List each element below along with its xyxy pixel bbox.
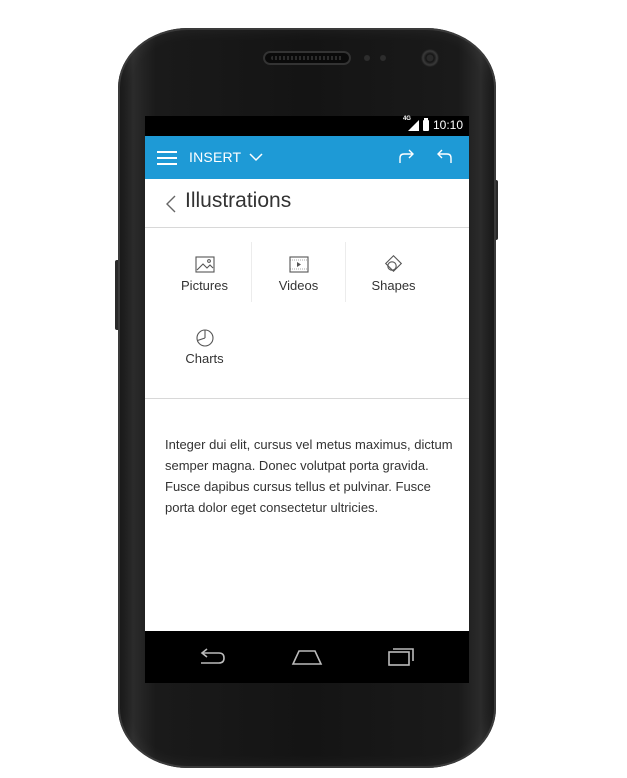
- app-bar: INSERT: [145, 136, 469, 179]
- content-panel: Illustrations Pictures Videos Shapes Cha…: [145, 179, 469, 631]
- charts-button[interactable]: Charts: [158, 327, 251, 397]
- battery-icon: [422, 117, 429, 131]
- clock: 10:10: [432, 118, 463, 132]
- signal-icon: 4G: [403, 116, 419, 131]
- document-body-text: Integer dui elit, cursus vel metus maxim…: [165, 437, 453, 515]
- light-sensor: [380, 55, 386, 61]
- ribbon-tab-selector[interactable]: INSERT: [189, 149, 263, 165]
- charts-label: Charts: [185, 351, 224, 366]
- nav-home-icon[interactable]: [290, 643, 324, 671]
- nav-back-icon[interactable]: [195, 643, 229, 671]
- hamburger-menu-icon[interactable]: [157, 151, 177, 165]
- chart-icon: [195, 329, 214, 347]
- front-camera: [421, 49, 439, 67]
- videos-label: Videos: [278, 278, 319, 293]
- navigation-bar: [145, 631, 469, 683]
- video-icon: [288, 256, 309, 273]
- section-title: Illustrations: [185, 189, 292, 212]
- ribbon-tab-label: INSERT: [189, 149, 242, 165]
- divider: [345, 242, 346, 302]
- undo-icon[interactable]: [434, 148, 454, 166]
- nav-recents-icon[interactable]: [383, 643, 417, 671]
- chevron-down-icon: [249, 153, 263, 162]
- shapes-button[interactable]: Shapes: [347, 254, 440, 324]
- shapes-label: Shapes: [371, 278, 416, 293]
- videos-button[interactable]: Videos: [252, 254, 345, 324]
- section-header: Illustrations: [145, 179, 469, 228]
- pictures-label: Pictures: [181, 278, 228, 293]
- illustrations-grid: Pictures Videos Shapes Charts: [145, 228, 469, 398]
- phone-frame: 4G 10:10 INSERT Illustrations Pictures V…: [118, 28, 496, 768]
- picture-icon: [194, 256, 215, 273]
- status-indicators: 4G 10:10: [403, 116, 463, 132]
- pictures-button[interactable]: Pictures: [158, 254, 251, 324]
- screen: 4G 10:10 INSERT Illustrations Pictures V…: [145, 116, 469, 683]
- status-bar: 4G 10:10: [145, 116, 469, 136]
- section-divider: [145, 398, 469, 399]
- earpiece-speaker: [263, 51, 351, 65]
- redo-icon[interactable]: [397, 148, 417, 166]
- chevron-left-icon[interactable]: [165, 194, 177, 214]
- shapes-icon: [384, 254, 402, 273]
- proximity-sensor: [364, 55, 370, 61]
